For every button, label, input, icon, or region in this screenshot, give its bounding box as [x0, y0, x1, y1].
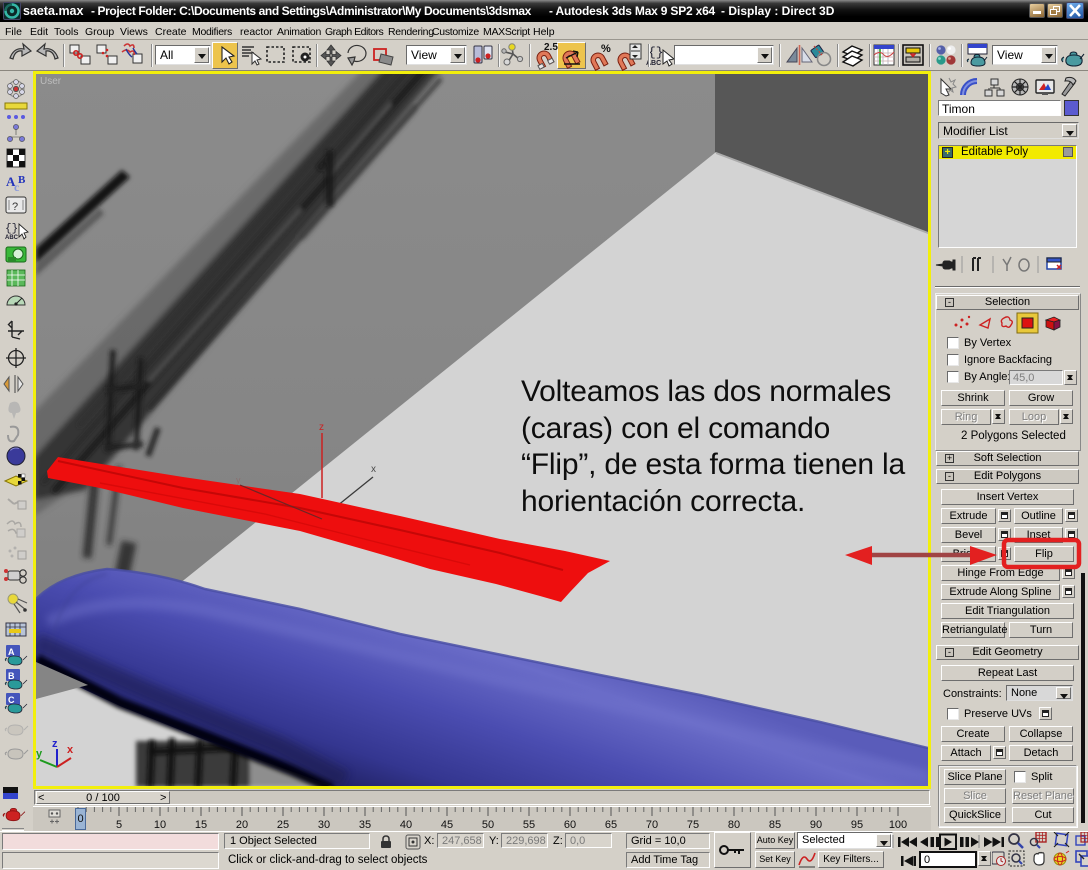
svg-text:?: ?: [12, 201, 18, 213]
svg-text:60: 60: [564, 819, 576, 831]
svg-text:{}: {}: [648, 45, 664, 60]
svg-text:2.5: 2.5: [544, 42, 558, 53]
svg-text:ABC: ABC: [5, 235, 19, 241]
svg-text:80: 80: [728, 819, 740, 831]
svg-text:75: 75: [687, 819, 699, 831]
svg-text:z: z: [319, 422, 324, 433]
svg-text:y: y: [236, 475, 241, 485]
svg-text:55: 55: [523, 819, 535, 831]
svg-text:35: 35: [359, 819, 371, 831]
svg-text:85: 85: [769, 819, 781, 831]
svg-text:50: 50: [482, 819, 494, 831]
svg-text:95: 95: [851, 819, 863, 831]
svg-text:x: x: [67, 744, 74, 756]
svg-text:x: x: [371, 464, 376, 475]
svg-text:90: 90: [810, 819, 822, 831]
svg-text:45: 45: [441, 819, 453, 831]
svg-text:B: B: [8, 671, 15, 681]
svg-text:30: 30: [318, 819, 330, 831]
svg-text:y: y: [36, 748, 43, 760]
svg-text:A: A: [8, 647, 15, 657]
svg-text:70: 70: [646, 819, 658, 831]
svg-text:z: z: [52, 738, 58, 750]
svg-text:5: 5: [116, 819, 122, 831]
svg-text:%: %: [601, 43, 611, 55]
svg-text:C: C: [8, 695, 15, 705]
svg-text:15: 15: [195, 819, 207, 831]
svg-text:B: B: [18, 174, 26, 186]
svg-text:User: User: [40, 76, 62, 87]
svg-text:40: 40: [400, 819, 412, 831]
svg-text:65: 65: [605, 819, 617, 831]
svg-text:100: 100: [889, 819, 907, 831]
svg-text:10: 10: [154, 819, 166, 831]
svg-text:25: 25: [277, 819, 289, 831]
svg-text:20: 20: [236, 819, 248, 831]
svg-text:{}: {}: [5, 223, 18, 235]
